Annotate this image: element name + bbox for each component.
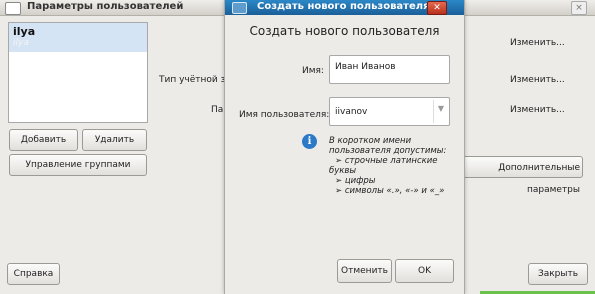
- username-value: iivanov: [335, 107, 368, 117]
- change-name-button[interactable]: Изменить...: [510, 38, 565, 48]
- list-item[interactable]: ilya ilya: [9, 23, 147, 52]
- dialog-heading: Создать нового пользователя: [249, 24, 440, 38]
- hint-line: В коротком имени: [329, 136, 412, 146]
- username-combo[interactable]: iivanov ▼: [329, 97, 450, 126]
- change-account-type-button[interactable]: Изменить...: [510, 75, 565, 85]
- chevron-down-icon[interactable]: ▼: [434, 104, 448, 113]
- close-icon[interactable]: ×: [571, 1, 587, 15]
- full-name-input[interactable]: Иван Иванов: [329, 55, 450, 84]
- advanced-settings-button[interactable]: Дополнительные параметры: [452, 156, 583, 195]
- user-login: ilya: [13, 38, 29, 48]
- user-name: ilya: [13, 25, 36, 38]
- remove-user-button[interactable]: Удалить: [82, 129, 147, 151]
- info-icon: i: [302, 134, 317, 149]
- add-user-button[interactable]: Добавить: [9, 129, 78, 151]
- close-button[interactable]: Закрыть: [528, 263, 588, 285]
- hint-line: ➢ символы «.», «-» и «_»: [335, 186, 445, 196]
- close-icon[interactable]: ✕: [427, 1, 447, 15]
- user-list[interactable]: ilya ilya: [8, 22, 148, 123]
- hint-line: ➢ строчные латинские: [335, 156, 438, 166]
- window-title: Параметры пользователей: [27, 1, 184, 12]
- dialog-title: Создать нового пользователя: [257, 1, 430, 12]
- create-user-dialog: Создать нового пользователя ✕ Создать но…: [224, 0, 465, 294]
- hint-line: ➢ цифры: [335, 176, 376, 186]
- manage-groups-button[interactable]: Управление группами: [9, 154, 147, 176]
- help-button[interactable]: Справка: [7, 263, 60, 285]
- hint-line: буквы: [329, 166, 357, 176]
- hint-line: пользователя допустимы:: [329, 146, 447, 156]
- name-label: Имя:: [302, 66, 324, 76]
- window-menu-icon[interactable]: [5, 2, 21, 15]
- window-menu-icon[interactable]: [232, 2, 247, 14]
- cancel-button[interactable]: Отменить: [337, 259, 392, 283]
- dialog-titlebar: Создать нового пользователя ✕: [225, 0, 464, 15]
- username-label: Имя пользователя:: [239, 110, 330, 120]
- change-password-button[interactable]: Изменить...: [510, 105, 565, 115]
- ok-button[interactable]: OK: [395, 259, 454, 283]
